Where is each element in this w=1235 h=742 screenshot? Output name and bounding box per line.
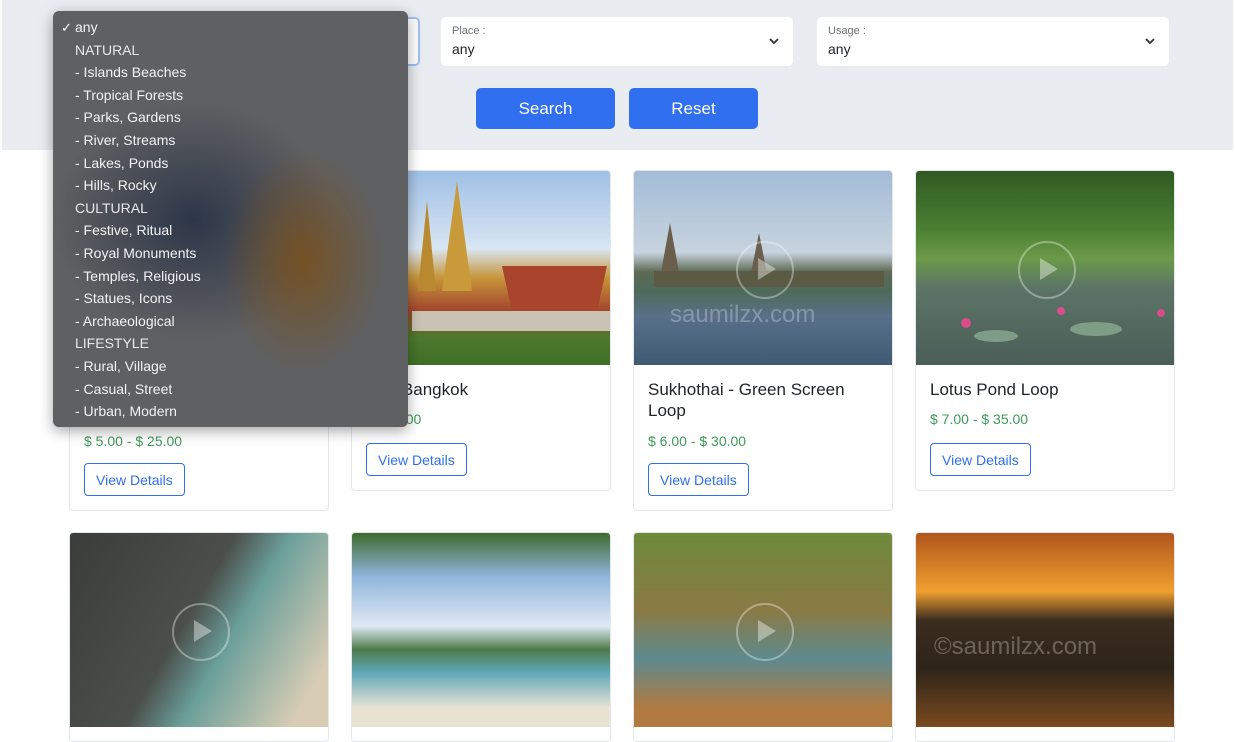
view-details-button[interactable]: View Details [930, 443, 1031, 476]
dropdown-option[interactable]: - Temples, Religious [75, 268, 201, 284]
dropdown-option[interactable]: - Parks, Gardens [75, 109, 181, 125]
dropdown-group-label: NATURAL [75, 41, 140, 58]
dropdown-group-label: CULTURAL [75, 199, 148, 216]
view-details-button[interactable]: View Details [366, 443, 467, 476]
dropdown-option[interactable]: - Hills, Rocky [75, 177, 157, 193]
view-details-button[interactable]: View Details [648, 463, 749, 496]
video-thumbnail[interactable] [70, 533, 328, 727]
category-dropdown-menu: any ✓ NATURAL - Islands Beaches - Tropical F… [53, 11, 408, 427]
video-thumbnail[interactable]: ©saumilzx.com [916, 533, 1174, 727]
dropdown-option[interactable]: - Archaeological [75, 313, 175, 329]
dropdown-option[interactable]: - Royal Monuments [75, 245, 196, 261]
dropdown-group-label: LIFESTYLE [75, 335, 149, 352]
usage-value: any [828, 41, 851, 57]
watermark: ©saumilzx.com [934, 633, 1098, 660]
play-icon [1018, 241, 1076, 299]
video-thumbnail[interactable] [634, 533, 892, 727]
dropdown-option[interactable]: any [75, 19, 98, 35]
usage-select[interactable]: Usage : any [817, 17, 1169, 66]
place-label: Place : [452, 25, 486, 37]
place-select[interactable]: Place : any [441, 17, 793, 66]
video-card [69, 532, 329, 742]
chevron-down-icon [769, 38, 779, 45]
card-price: $ 7.00 - $ 35.00 [930, 411, 1029, 427]
dropdown-option[interactable]: - Casual, Street [75, 381, 172, 397]
dropdown-option[interactable]: - Rural, Village [75, 358, 167, 374]
reset-button[interactable]: Reset [629, 88, 758, 129]
video-card: saumilzx.com Sukhothai - Green Screen Lo… [633, 170, 893, 511]
card-price: $ 5.00 - $ 25.00 [84, 433, 183, 449]
chevron-down-icon [1145, 38, 1155, 45]
dropdown-option[interactable]: - Lakes, Ponds [75, 155, 168, 171]
video-card [351, 532, 611, 742]
video-card: Lotus Pond Loop $ 7.00 - $ 35.00 View De… [915, 170, 1175, 491]
dropdown-option[interactable]: - Statues, Icons [75, 290, 172, 306]
place-value: any [452, 41, 475, 57]
play-icon [736, 603, 794, 661]
play-icon [172, 603, 230, 661]
view-details-button[interactable]: View Details [84, 463, 185, 496]
dropdown-option[interactable]: - Festive, Ritual [75, 222, 172, 238]
dropdown-option[interactable]: - Urban, Modern [75, 403, 177, 419]
checkmark-icon: ✓ [61, 20, 72, 35]
search-button[interactable]: Search [476, 88, 615, 129]
video-card [633, 532, 893, 742]
card-title: Sukhothai - Green Screen Loop [648, 380, 845, 420]
video-card: ©saumilzx.com [915, 532, 1175, 742]
dropdown-option[interactable]: - Islands Beaches [75, 64, 186, 80]
dropdown-option[interactable]: - River, Streams [75, 132, 175, 148]
video-thumbnail[interactable] [916, 171, 1174, 365]
card-title: Lotus Pond Loop [930, 380, 1059, 399]
watermark: saumilzx.com [670, 301, 816, 328]
play-icon [736, 241, 794, 299]
video-thumbnail[interactable] [352, 533, 610, 727]
card-price: $ 6.00 - $ 30.00 [648, 433, 747, 449]
usage-label: Usage : [828, 25, 866, 37]
dropdown-option[interactable]: - Tropical Forests [75, 87, 183, 103]
video-thumbnail[interactable]: saumilzx.com [634, 171, 892, 365]
